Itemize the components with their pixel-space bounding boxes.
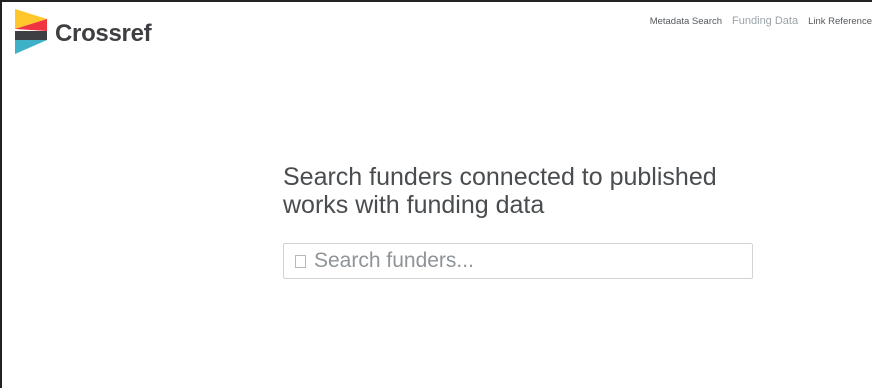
search-icon: [294, 254, 306, 268]
search-input[interactable]: [314, 249, 744, 273]
top-navigation: Metadata Search Funding Data Link Refere…: [650, 15, 872, 27]
search-box[interactable]: [283, 243, 753, 279]
page-heading: Search funders connected to published wo…: [283, 163, 763, 219]
nav-metadata-search[interactable]: Metadata Search: [650, 16, 722, 27]
crossref-logo[interactable]: Crossref: [15, 9, 152, 55]
crossref-logo-icon: [15, 9, 47, 54]
brand-name: Crossref: [55, 19, 152, 47]
heading-line-1: Search funders connected to published: [283, 163, 717, 191]
nav-link-reference[interactable]: Link Reference: [808, 16, 872, 27]
heading-line-2: works with funding data: [283, 191, 545, 219]
nav-funding-data[interactable]: Funding Data: [732, 15, 798, 27]
